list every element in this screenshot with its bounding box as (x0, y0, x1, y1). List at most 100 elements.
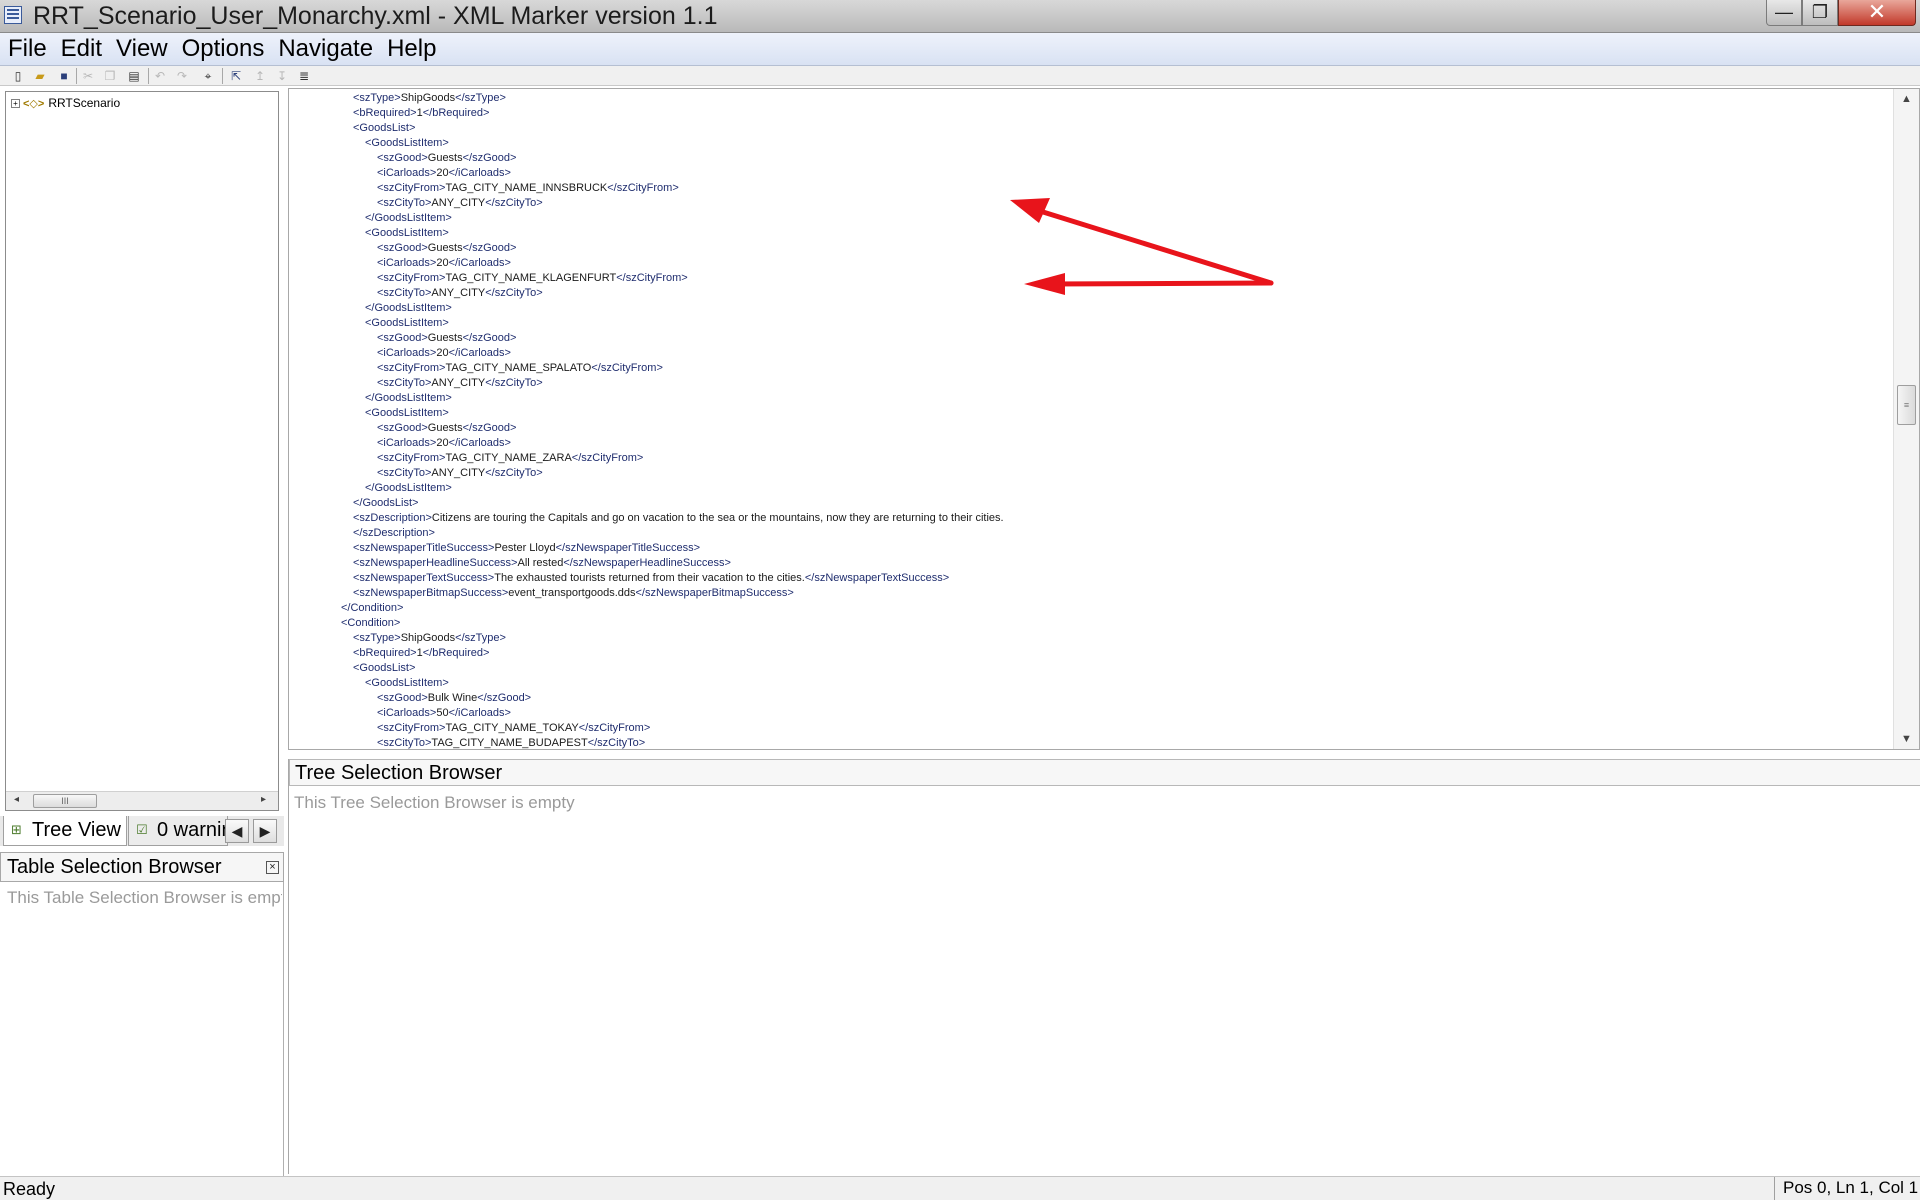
editor-vertical-scrollbar[interactable]: ▲ ≡ ▼ (1893, 89, 1919, 749)
xml-value: The exhausted tourists returned from the… (494, 572, 805, 584)
new-file-icon[interactable]: ▯ (10, 68, 26, 84)
xml-tag: </szDescription> (353, 527, 435, 539)
xml-line[interactable]: </Condition> (289, 601, 1889, 616)
xml-line[interactable]: <GoodsListItem> (289, 406, 1889, 421)
xml-line[interactable]: <GoodsList> (289, 661, 1889, 676)
redo-icon[interactable]: ↷ (174, 68, 190, 84)
xml-line[interactable]: <szType>ShipGoods</szType> (289, 631, 1889, 646)
menu-navigate[interactable]: Navigate (271, 35, 380, 63)
menu-options[interactable]: Options (175, 35, 272, 63)
xml-close-tag: </szGood> (477, 692, 532, 704)
xml-tag: <GoodsList> (353, 662, 416, 674)
xml-value: TAG_CITY_NAME_ZARA (445, 452, 572, 464)
xml-line[interactable]: </szDescription> (289, 526, 1889, 541)
xml-line[interactable]: <iCarloads>50</iCarloads> (289, 706, 1889, 721)
xml-open-tag: <szDescription> (353, 512, 432, 524)
xml-close-tag: </szNewspaperTitleSuccess> (555, 542, 701, 554)
tab-label: 0 warnir (157, 819, 228, 841)
scroll-up-icon[interactable]: ▲ (1901, 93, 1912, 105)
xml-line[interactable]: </GoodsListItem> (289, 481, 1889, 496)
find-binoculars-icon[interactable]: ⌖ (200, 68, 216, 84)
title-bar: RRT_Scenario_User_Monarchy.xml - XML Mar… (0, 0, 1920, 33)
check-icon: ☑ (136, 822, 148, 837)
tree-expand-icon[interactable]: ⇱ (228, 68, 244, 84)
scroll-down-icon[interactable]: ▼ (1901, 733, 1912, 745)
menu-view[interactable]: View (109, 35, 175, 63)
xml-editor[interactable]: <Condition> <szType>ShipGoods</szType><bR… (288, 88, 1920, 750)
xml-line[interactable]: </GoodsListItem> (289, 391, 1889, 406)
paste-icon[interactable]: ▤ (126, 68, 142, 84)
xml-element-icon: <◇> (23, 97, 45, 110)
toolbar-separator (148, 68, 149, 84)
xml-tag: </GoodsListItem> (365, 392, 452, 404)
tree-horizontal-scrollbar[interactable]: ◂ III ▸ (6, 791, 278, 810)
xml-line[interactable]: <szGood>Bulk Wine</szGood> (289, 691, 1889, 706)
xml-value: TAG_CITY_NAME_TOKAY (445, 722, 579, 734)
xml-tag: <Condition> (341, 617, 401, 629)
format-lines-icon[interactable]: ≣ (296, 68, 312, 84)
tree-view-panel: + <◇> RRTScenario ◂ III ▸ (5, 91, 279, 811)
scroll-right-icon[interactable]: ▸ (261, 794, 266, 805)
open-folder-icon[interactable]: ▰ (32, 68, 48, 84)
empty-message: This Tree Selection Browser is empty (294, 793, 575, 812)
xml-value: event_transportgoods.dds (508, 587, 636, 599)
xml-line[interactable]: <szGood>Guests</szGood> (289, 421, 1889, 436)
xml-close-tag: </szGood> (462, 422, 517, 434)
panel-header: Tree Selection Browser (289, 759, 1920, 786)
xml-open-tag: <szGood> (377, 422, 428, 434)
cut-icon[interactable]: ✂ (80, 68, 96, 84)
xml-value: Citizens are touring the Capitals and go… (431, 512, 1004, 524)
toolbar: ▯ ▰ ■ ✂ ❐ ▤ ↶ ↷ ⌖ ⇱ ↥ ↧ ≣ (0, 66, 1920, 86)
xml-value: Pester Lloyd (494, 542, 556, 554)
close-button[interactable]: ✕ (1838, 0, 1916, 26)
xml-line[interactable]: <szNewspaperTextSuccess>The exhausted to… (289, 571, 1889, 586)
xml-value: Bulk Wine (427, 692, 478, 704)
xml-line[interactable]: </GoodsList> (289, 496, 1889, 511)
arrow-line-upper (1024, 204, 1274, 286)
xml-close-tag: </szCityFrom> (578, 722, 651, 734)
scroll-thumb[interactable]: III (33, 794, 97, 808)
tab-scroll-left-button[interactable]: ◀ (225, 819, 249, 843)
xml-close-tag: </szNewspaperHeadlineSuccess> (563, 557, 731, 569)
tree-selection-browser: Tree Selection Browser This Tree Selecti… (288, 759, 1920, 1174)
panel-header: Table Selection Browser × (0, 852, 284, 882)
close-icon[interactable]: × (266, 861, 279, 874)
tree-node-rrtscenario[interactable]: + <◇> RRTScenario (11, 96, 120, 110)
scroll-thumb[interactable]: ≡ (1897, 385, 1916, 425)
xml-line[interactable]: <szNewspaperBitmapSuccess>event_transpor… (289, 586, 1889, 601)
xml-line[interactable]: <szCityTo>ANY_CITY</szCityTo> (289, 466, 1889, 481)
scroll-left-icon[interactable]: ◂ (14, 794, 19, 805)
xml-line[interactable]: <szCityTo>TAG_CITY_NAME_BUDAPEST</szCity… (289, 736, 1889, 749)
xml-line[interactable]: <bRequired>1</bRequired> (289, 646, 1889, 661)
tab-scroll-right-button[interactable]: ▶ (253, 819, 277, 843)
xml-line[interactable]: <szCityFrom>TAG_CITY_NAME_TOKAY</szCityF… (289, 721, 1889, 736)
menu-edit[interactable]: Edit (54, 35, 109, 63)
arrow-head-upper (1010, 198, 1050, 223)
xml-line[interactable]: <szCityFrom>TAG_CITY_NAME_ZARA</szCityFr… (289, 451, 1889, 466)
menu-help[interactable]: Help (380, 35, 443, 63)
move-down-icon[interactable]: ↧ (274, 68, 290, 84)
tab-warnings[interactable]: ☑ 0 warnir (128, 816, 228, 846)
expand-icon[interactable]: + (11, 98, 20, 108)
save-icon[interactable]: ■ (56, 68, 72, 84)
panel-title: Tree Selection Browser (295, 762, 503, 784)
xml-open-tag: <szNewspaperTitleSuccess> (353, 542, 495, 554)
copy-icon[interactable]: ❐ (102, 68, 118, 84)
xml-line[interactable]: <GoodsListItem> (289, 676, 1889, 691)
xml-line[interactable]: <Condition> (289, 616, 1889, 631)
menu-bar: File Edit View Options Navigate Help (0, 33, 1920, 66)
xml-line[interactable]: <szNewspaperHeadlineSuccess>All rested</… (289, 556, 1889, 571)
xml-line[interactable]: <szNewspaperTitleSuccess>Pester Lloyd</s… (289, 541, 1889, 556)
xml-line[interactable]: <iCarloads>20</iCarloads> (289, 436, 1889, 451)
tab-tree-view[interactable]: ⊞ Tree View (3, 816, 127, 846)
undo-icon[interactable]: ↶ (152, 68, 168, 84)
xml-value: ShipGoods (400, 632, 456, 644)
panel-title: Table Selection Browser (7, 856, 222, 878)
restore-button[interactable]: ❐ (1802, 0, 1838, 26)
xml-open-tag: <iCarloads> (377, 707, 437, 719)
xml-close-tag: </szCityTo> (587, 737, 646, 749)
menu-file[interactable]: File (0, 35, 54, 63)
minimize-button[interactable]: — (1766, 0, 1802, 26)
xml-line[interactable]: <szDescription>Citizens are touring the … (289, 511, 1889, 526)
move-up-icon[interactable]: ↥ (252, 68, 268, 84)
